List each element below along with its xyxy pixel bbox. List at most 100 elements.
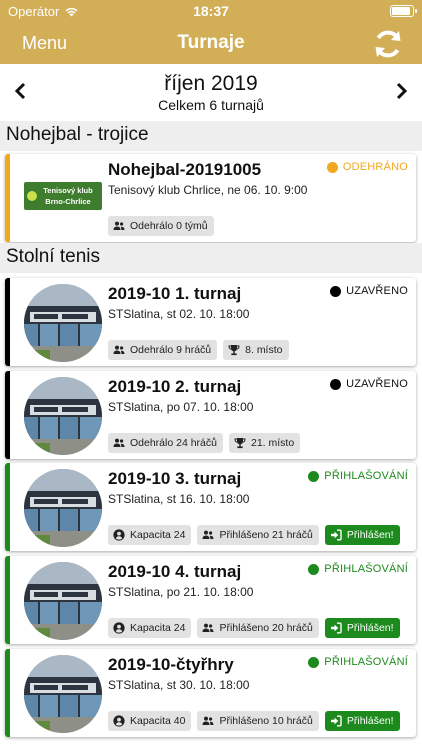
info-chip: 21. místo bbox=[228, 433, 301, 453]
refresh-icon[interactable] bbox=[370, 26, 406, 62]
tournament-card[interactable]: Tenisový klub Brno-Chrlice Nohejbal-2019… bbox=[5, 154, 416, 242]
status-label: UZAVŘENO bbox=[346, 285, 408, 297]
chip-label: Odehrálo 24 hráčů bbox=[130, 437, 217, 449]
club-photo bbox=[24, 655, 102, 733]
club-logo: Tenisový klub Brno-Chrlice bbox=[24, 182, 102, 210]
status-dot-icon bbox=[330, 378, 342, 390]
tournament-name: 2019-10-čtyřhry bbox=[108, 655, 234, 674]
month-label: říjen 2019 bbox=[164, 72, 258, 95]
info-chip: Odehrálo 0 týmů bbox=[108, 216, 214, 236]
info-chip: Přihlášeno 21 hráčů bbox=[197, 525, 319, 545]
status-badge: PŘIHLAŠOVÁNÍ bbox=[308, 470, 408, 482]
club-photo bbox=[24, 562, 102, 640]
chip-label: Přihlášeno 21 hráčů bbox=[219, 529, 313, 541]
chip-label: Přihlášen! bbox=[346, 622, 394, 634]
status-badge: PŘIHLAŠOVÁNÍ bbox=[308, 563, 408, 575]
info-chip: 8. místo bbox=[223, 340, 289, 360]
registered-button[interactable]: Přihlášen! bbox=[324, 618, 400, 638]
tournament-name: 2019-10 3. turnaj bbox=[108, 469, 242, 488]
status-dot-icon bbox=[308, 563, 320, 575]
sign-in-icon bbox=[330, 529, 342, 541]
chip-label: Odehrálo 0 týmů bbox=[130, 220, 208, 232]
tournament-info: STSlatina, po 21. 10. 18:00 bbox=[108, 585, 254, 599]
tournament-card[interactable]: 2019-10 1. turnaj STSlatina, st 02. 10. … bbox=[5, 278, 416, 366]
info-chip: Přihlášeno 20 hráčů bbox=[197, 618, 319, 638]
status-dot-icon bbox=[308, 656, 320, 668]
info-chip: Kapacita 40 bbox=[108, 711, 192, 731]
status-label: PŘIHLAŠOVÁNÍ bbox=[324, 563, 408, 575]
chip-label: Kapacita 24 bbox=[130, 622, 186, 634]
status-badge: PŘIHLAŠOVÁNÍ bbox=[308, 656, 408, 668]
chip-label: Přihlášen! bbox=[346, 715, 394, 727]
status-badge: UZAVŘENO bbox=[330, 378, 408, 390]
tournament-info: STSlatina, st 16. 10. 18:00 bbox=[108, 492, 250, 506]
users-icon bbox=[113, 344, 125, 356]
tournament-name: 2019-10 4. turnaj bbox=[108, 562, 242, 581]
tournament-card[interactable]: 2019-10 4. turnaj STSlatina, po 21. 10. … bbox=[5, 556, 416, 644]
user-circle-icon bbox=[113, 622, 125, 634]
chip-label: 8. místo bbox=[245, 344, 283, 356]
info-chip: Přihlášeno 10 hráčů bbox=[197, 711, 319, 731]
page-title: Turnaje bbox=[177, 32, 245, 53]
users-icon bbox=[202, 529, 214, 541]
sign-in-icon bbox=[330, 622, 342, 634]
registered-button[interactable]: Přihlášen! bbox=[324, 525, 400, 545]
status-dot-icon bbox=[330, 285, 342, 297]
sign-in-icon bbox=[330, 715, 342, 727]
status-label: PŘIHLAŠOVÁNÍ bbox=[324, 656, 408, 668]
chips: Kapacita 40 Přihlášeno 10 hráčů Přihlášen! bbox=[108, 711, 400, 731]
tournament-name: 2019-10 1. turnaj bbox=[108, 284, 242, 303]
tournament-name: 2019-10 2. turnaj bbox=[108, 377, 242, 396]
chip-label: Přihlášen! bbox=[346, 529, 394, 541]
club-photo bbox=[24, 377, 102, 455]
section-header-stolni-tenis: Stolní tenis bbox=[0, 243, 422, 273]
trophy-icon bbox=[228, 344, 240, 356]
status-bar: Operátor 18:37 bbox=[0, 0, 422, 22]
chip-label: Přihlášeno 20 hráčů bbox=[219, 622, 313, 634]
logo-line-1: Tenisový klub bbox=[43, 186, 93, 195]
tournament-card[interactable]: 2019-10 2. turnaj STSlatina, po 07. 10. … bbox=[5, 371, 416, 459]
status-badge: UZAVŘENO bbox=[330, 285, 408, 297]
status-badge: ODEHRÁNO bbox=[326, 161, 408, 173]
tournament-name: Nohejbal-20191005 bbox=[108, 160, 262, 179]
month-selector: říjen 2019 Celkem 6 turnajů bbox=[0, 64, 422, 120]
status-label: PŘIHLAŠOVÁNÍ bbox=[324, 470, 408, 482]
tournament-info: Tenisový klub Chrlice, ne 06. 10. 9:00 bbox=[108, 183, 308, 197]
club-photo bbox=[24, 284, 102, 362]
chips: Odehrálo 24 hráčů 21. místo bbox=[108, 433, 301, 453]
chip-label: Odehrálo 9 hráčů bbox=[130, 344, 212, 356]
chip-label: Přihlášeno 10 hráčů bbox=[219, 715, 313, 727]
tournament-info: STSlatina, st 30. 10. 18:00 bbox=[108, 678, 250, 692]
chips: Kapacita 24 Přihlášeno 21 hráčů Přihlášen! bbox=[108, 525, 400, 545]
tournament-info: STSlatina, po 07. 10. 18:00 bbox=[108, 400, 254, 414]
users-icon bbox=[202, 715, 214, 727]
info-chip: Kapacita 24 bbox=[108, 618, 192, 638]
tournament-card[interactable]: 2019-10 3. turnaj STSlatina, st 16. 10. … bbox=[5, 463, 416, 551]
club-photo bbox=[24, 469, 102, 547]
chip-label: Kapacita 40 bbox=[130, 715, 186, 727]
status-dot-icon bbox=[326, 161, 338, 173]
chip-label: 21. místo bbox=[250, 437, 295, 449]
battery-icon bbox=[390, 5, 417, 17]
users-icon bbox=[113, 220, 125, 232]
user-circle-icon bbox=[113, 529, 125, 541]
next-month-icon[interactable] bbox=[390, 80, 412, 102]
chip-label: Kapacita 24 bbox=[130, 529, 186, 541]
status-dot-icon bbox=[308, 470, 320, 482]
users-icon bbox=[113, 437, 125, 449]
info-chip: Odehrálo 24 hráčů bbox=[108, 433, 223, 453]
chips: Odehrálo 9 hráčů 8. místo bbox=[108, 340, 289, 360]
section-header-nohejbal: Nohejbal - trojice bbox=[0, 121, 422, 151]
clock: 18:37 bbox=[193, 3, 229, 19]
registered-button[interactable]: Přihlášen! bbox=[324, 711, 400, 731]
info-chip: Odehrálo 9 hráčů bbox=[108, 340, 218, 360]
logo-line-2: Brno-Chrlice bbox=[45, 197, 90, 206]
tournament-count: Celkem 6 turnajů bbox=[158, 97, 264, 113]
users-icon bbox=[202, 622, 214, 634]
tournament-card[interactable]: 2019-10-čtyřhry STSlatina, st 30. 10. 18… bbox=[5, 649, 416, 737]
status-label: UZAVŘENO bbox=[346, 378, 408, 390]
trophy-icon bbox=[234, 437, 246, 449]
info-chip: Kapacita 24 bbox=[108, 525, 192, 545]
status-label: ODEHRÁNO bbox=[342, 161, 408, 173]
chips: Odehrálo 0 týmů bbox=[108, 216, 214, 236]
